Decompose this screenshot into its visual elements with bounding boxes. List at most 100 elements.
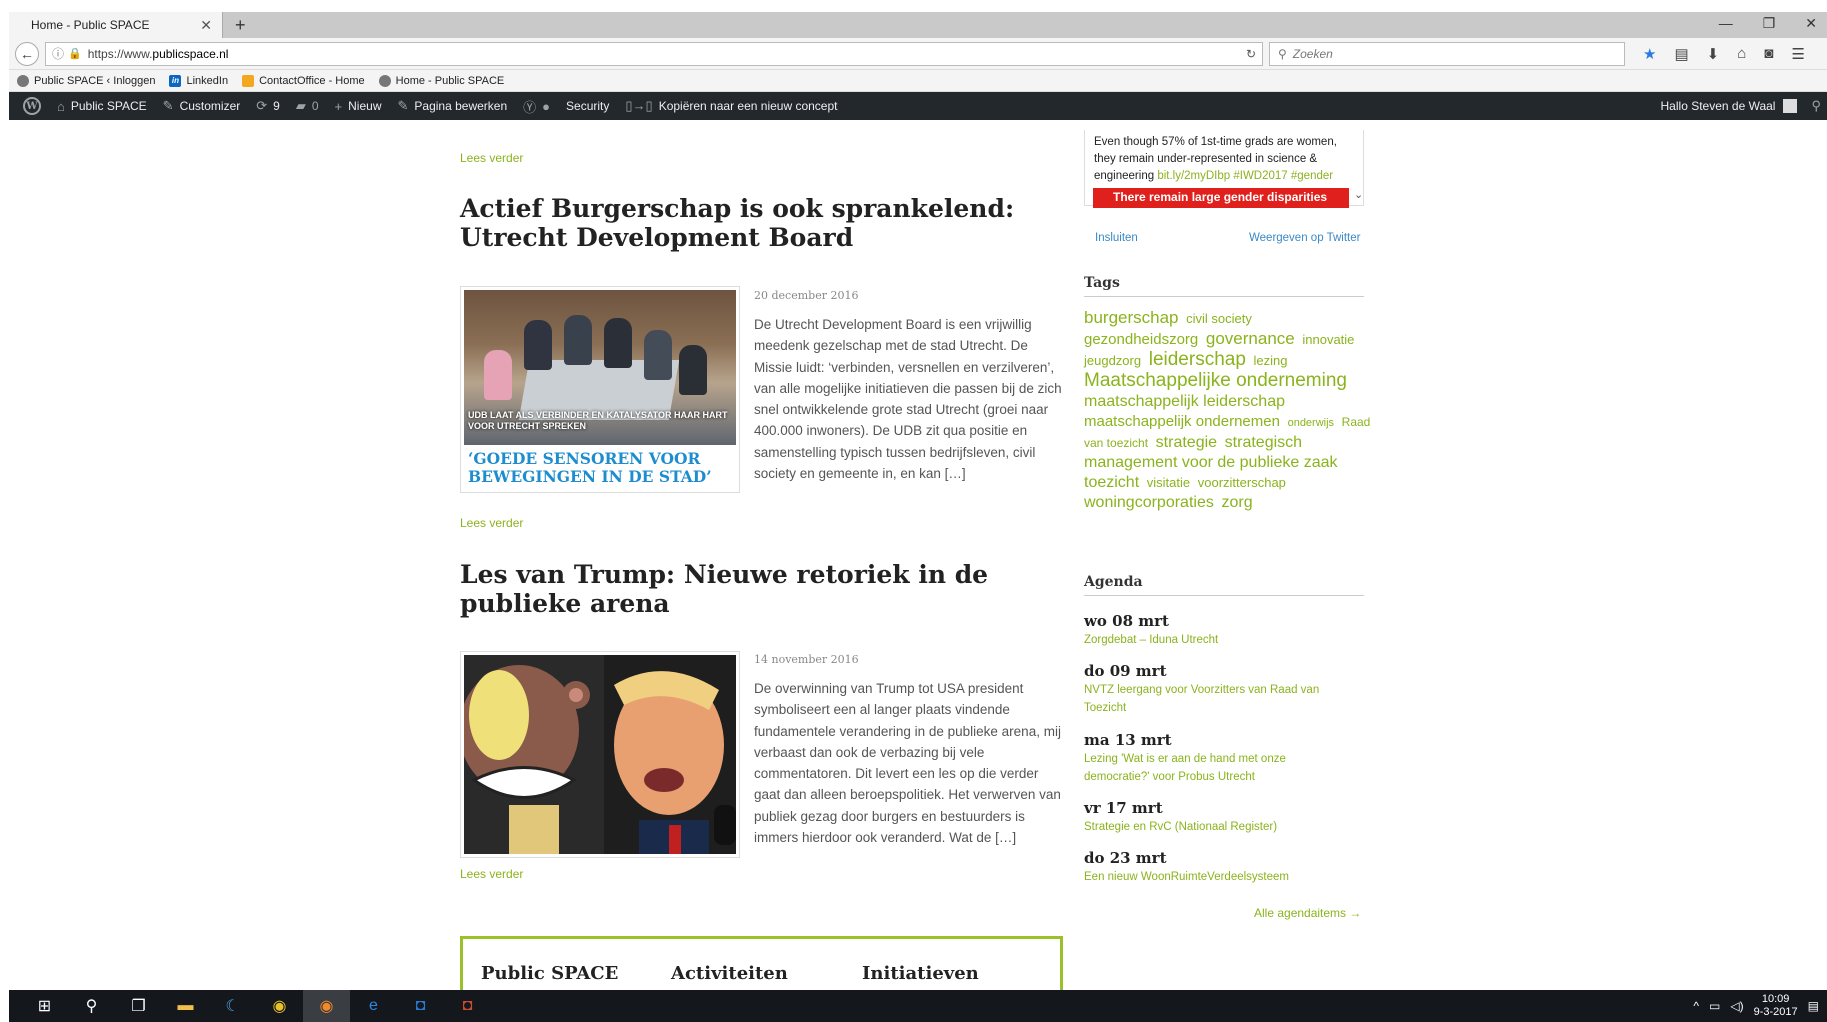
tray-chevron-icon[interactable]: ^ xyxy=(1693,999,1699,1013)
tag-cloud: burgerschap civil society gezondheidszor… xyxy=(1084,308,1374,513)
outlook-icon[interactable]: ◘ xyxy=(397,990,444,1022)
tag-link[interactable]: onderwijs xyxy=(1288,417,1334,429)
tag-link[interactable]: burgerschap xyxy=(1084,308,1179,327)
minimize-icon[interactable]: — xyxy=(1719,15,1733,32)
tweet-media-banner[interactable]: There remain large gender disparities xyxy=(1093,188,1349,208)
tag-link[interactable]: strategie xyxy=(1156,434,1217,451)
notifications-icon[interactable]: ▤ xyxy=(1808,999,1819,1013)
tag-link[interactable]: maatschappelijk leiderschap xyxy=(1084,393,1285,410)
tag-link[interactable]: woningcorporaties xyxy=(1084,494,1214,511)
tag-link[interactable]: gezondheidszorg xyxy=(1084,331,1198,348)
menu-icon[interactable]: ☰ xyxy=(1791,45,1804,63)
app-icon[interactable]: ☾ xyxy=(209,990,256,1022)
tag-link[interactable]: lezing xyxy=(1254,353,1288,368)
read-more-link[interactable]: Lees verder xyxy=(460,867,523,881)
chrome-icon[interactable]: ◉ xyxy=(256,990,303,1022)
network-icon[interactable]: ▭ xyxy=(1709,999,1720,1013)
reload-icon[interactable]: ↻ xyxy=(1246,47,1256,61)
edge-icon[interactable]: e xyxy=(350,990,397,1022)
pencil-icon: ✎ xyxy=(397,98,409,113)
start-icon[interactable]: ⊞ xyxy=(21,990,68,1022)
clock[interactable]: 10:09 9-3-2017 xyxy=(1754,993,1798,1019)
tag-link[interactable]: governance xyxy=(1206,329,1295,348)
account-menu[interactable]: Hallo Steven de Waal ⚲ xyxy=(1661,98,1821,114)
task-view-icon[interactable]: ❐ xyxy=(115,990,162,1022)
firefox-icon[interactable]: ◉ xyxy=(303,990,350,1022)
info-icon[interactable]: ⓘ xyxy=(52,45,64,62)
event-link[interactable]: Strategie en RvC (Nationaal Register) xyxy=(1084,818,1354,836)
bookmark-label: LinkedIn xyxy=(186,74,229,87)
tag-link[interactable]: jeugdzorg xyxy=(1084,353,1141,368)
person-shape xyxy=(484,350,512,400)
view-on-twitter-link[interactable]: Weergeven op Twitter xyxy=(1249,232,1360,244)
library-icon[interactable]: ▤ xyxy=(1674,45,1688,63)
new-content-menu[interactable]: + Nieuw xyxy=(327,99,390,114)
wp-logo-menu[interactable]: W xyxy=(15,97,49,115)
event-link[interactable]: Zorgdebat – Iduna Utrecht xyxy=(1084,631,1354,649)
bookmark-star-icon[interactable]: ★ xyxy=(1643,45,1656,63)
close-window-icon[interactable]: ✕ xyxy=(1805,15,1817,32)
url-prefix: https://www. xyxy=(87,46,153,61)
yoast-icon: Ⓨ xyxy=(523,99,537,115)
bookmark-label: Home - Public SPACE xyxy=(395,74,505,87)
browser-tab[interactable]: Home - Public SPACE ✕ xyxy=(9,12,223,38)
search-input[interactable]: ⚲ Zoeken xyxy=(1269,41,1625,66)
copy-draft-link[interactable]: ▯→▯ Kopiëren naar een nieuw concept xyxy=(617,98,845,114)
download-icon[interactable]: ⬇ xyxy=(1707,45,1720,63)
home-icon[interactable]: ⌂ xyxy=(1737,45,1746,63)
tag-link[interactable]: innovatie xyxy=(1302,332,1354,347)
post-title[interactable]: Actief Burgerschap is ook sprankelend: U… xyxy=(460,194,1020,252)
edit-page-link[interactable]: ✎ Pagina bewerken xyxy=(390,98,516,114)
updates-link[interactable]: ⟳ 9 xyxy=(248,98,288,114)
tag-link[interactable]: civil society xyxy=(1186,311,1252,326)
yoast-menu[interactable]: Ⓨ ● xyxy=(515,97,558,116)
embed-link[interactable]: Insluiten xyxy=(1095,232,1138,244)
post-excerpt: De overwinning van Trump tot USA preside… xyxy=(754,681,1061,846)
bookmark-item[interactable]: ContactOffice - Home xyxy=(242,74,365,87)
tag-link[interactable]: voorzitterschap xyxy=(1198,475,1286,490)
event-link[interactable]: NVTZ leergang voor Voorzitters van Raad … xyxy=(1084,681,1354,717)
tag-link[interactable]: zorg xyxy=(1221,494,1252,511)
post-date: 14 november 2016 xyxy=(754,653,859,666)
person-shape xyxy=(644,330,672,380)
tags-heading: Tags xyxy=(1084,275,1120,291)
tag-link[interactable]: visitatie xyxy=(1147,475,1190,490)
security-menu[interactable]: Security xyxy=(558,99,617,113)
post-thumbnail[interactable] xyxy=(460,651,740,858)
search-icon[interactable]: ⚲ xyxy=(68,990,115,1022)
wordpress-icon xyxy=(378,74,391,87)
footer-column-title: Public SPACE xyxy=(481,963,619,984)
footer-widget-box: Public SPACE Activiteiten Initiatieven xyxy=(460,936,1063,990)
file-explorer-icon[interactable]: ▬ xyxy=(162,990,209,1022)
address-bar[interactable]: ⓘ 🔒 https://www. publicspace.nl ↻ xyxy=(45,41,1263,66)
back-icon[interactable]: ← xyxy=(15,41,39,66)
read-more-link[interactable]: Lees verder xyxy=(460,151,523,165)
search-icon[interactable]: ⚲ xyxy=(1811,98,1821,114)
scroll-down-icon[interactable]: ⌄ xyxy=(1354,188,1363,201)
person-shape xyxy=(524,320,552,370)
tag-link[interactable]: Maatschappelijke onderneming xyxy=(1084,370,1347,391)
bookmark-item[interactable]: Public SPACE ‹ Inloggen xyxy=(17,74,155,87)
event-link[interactable]: Een nieuw WoonRuimteVerdeelsysteem xyxy=(1084,868,1354,886)
tag-link[interactable]: maatschappelijk ondernemen xyxy=(1084,413,1280,430)
read-more-link[interactable]: Lees verder xyxy=(460,516,523,530)
site-name-menu[interactable]: ⌂ Public SPACE xyxy=(49,99,155,114)
new-tab-icon[interactable]: + xyxy=(235,15,246,36)
powerpoint-icon[interactable]: ◘ xyxy=(444,990,491,1022)
close-tab-icon[interactable]: ✕ xyxy=(200,17,212,34)
tab-bar: Home - Public SPACE ✕ + — ❐ ✕ xyxy=(9,12,1827,38)
restore-icon[interactable]: ❐ xyxy=(1763,15,1776,32)
post-thumbnail[interactable]: UDB LAAT ALS VERBINDER EN KATALYSATOR HA… xyxy=(460,286,740,493)
event-link[interactable]: Lezing 'Wat is er aan de hand met onze d… xyxy=(1084,750,1354,786)
bookmark-item[interactable]: in LinkedIn xyxy=(169,74,229,87)
tweet-links[interactable]: bit.ly/2myDIbp #IWD2017 #gender xyxy=(1157,170,1333,182)
tag-link[interactable]: toezicht xyxy=(1084,474,1139,491)
customizer-link[interactable]: ✎ Customizer xyxy=(155,98,249,114)
volume-icon[interactable]: ◁) xyxy=(1730,999,1743,1013)
tag-link[interactable]: leiderschap xyxy=(1149,349,1246,370)
post-title[interactable]: Les van Trump: Nieuwe retoriek in de pub… xyxy=(460,560,1020,618)
all-agenda-link[interactable]: Alle agendaitems → xyxy=(1254,906,1361,920)
comments-link[interactable]: ▰ 0 xyxy=(288,98,327,114)
pocket-icon[interactable]: ◙ xyxy=(1764,45,1773,63)
bookmark-item[interactable]: Home - Public SPACE xyxy=(378,74,505,87)
